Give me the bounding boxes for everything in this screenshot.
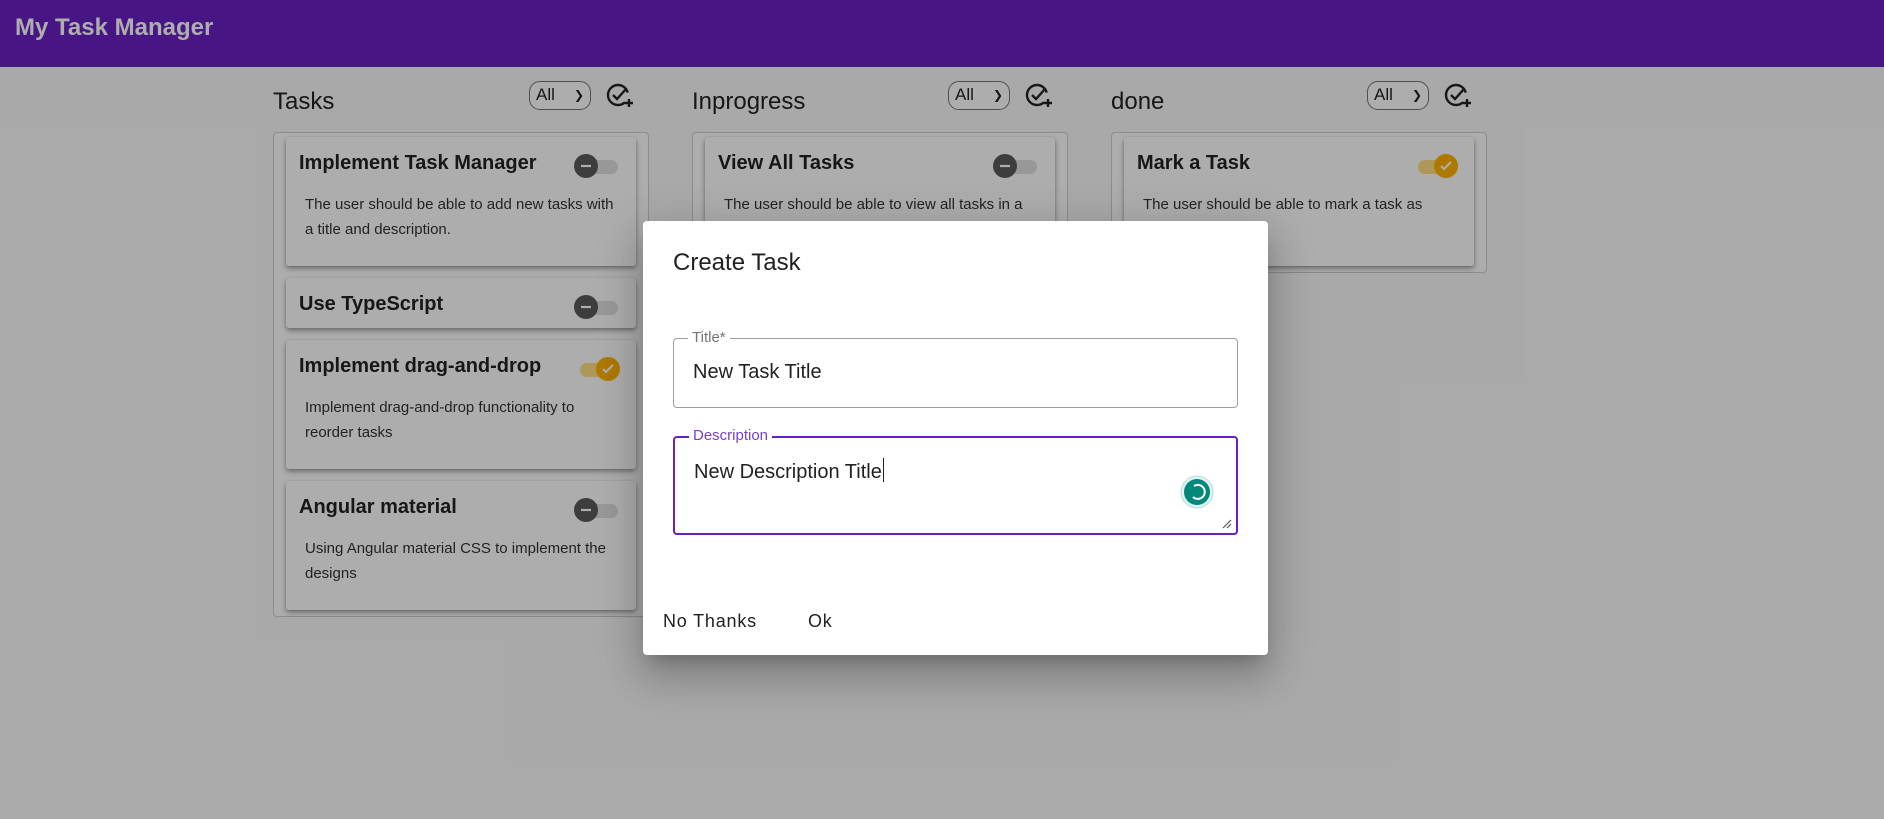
create-task-dialog: Create Task Title* New Task Title Descri… xyxy=(643,221,1268,655)
title-field-label: Title* xyxy=(688,329,730,346)
description-textarea[interactable]: New Description Title xyxy=(694,458,884,484)
description-field-label: Description xyxy=(689,427,773,444)
text-cursor xyxy=(882,458,884,482)
description-field[interactable]: Description New Description Title xyxy=(673,427,1238,535)
no-thanks-button[interactable]: No Thanks xyxy=(663,611,757,632)
resize-handle-icon[interactable] xyxy=(1220,517,1232,529)
writing-assistant-icon[interactable] xyxy=(1180,475,1214,509)
ok-button[interactable]: Ok xyxy=(808,611,833,632)
title-input[interactable]: New Task Title xyxy=(693,361,822,384)
title-field[interactable]: Title* New Task Title xyxy=(673,329,1238,408)
dialog-title: Create Task xyxy=(673,249,801,276)
